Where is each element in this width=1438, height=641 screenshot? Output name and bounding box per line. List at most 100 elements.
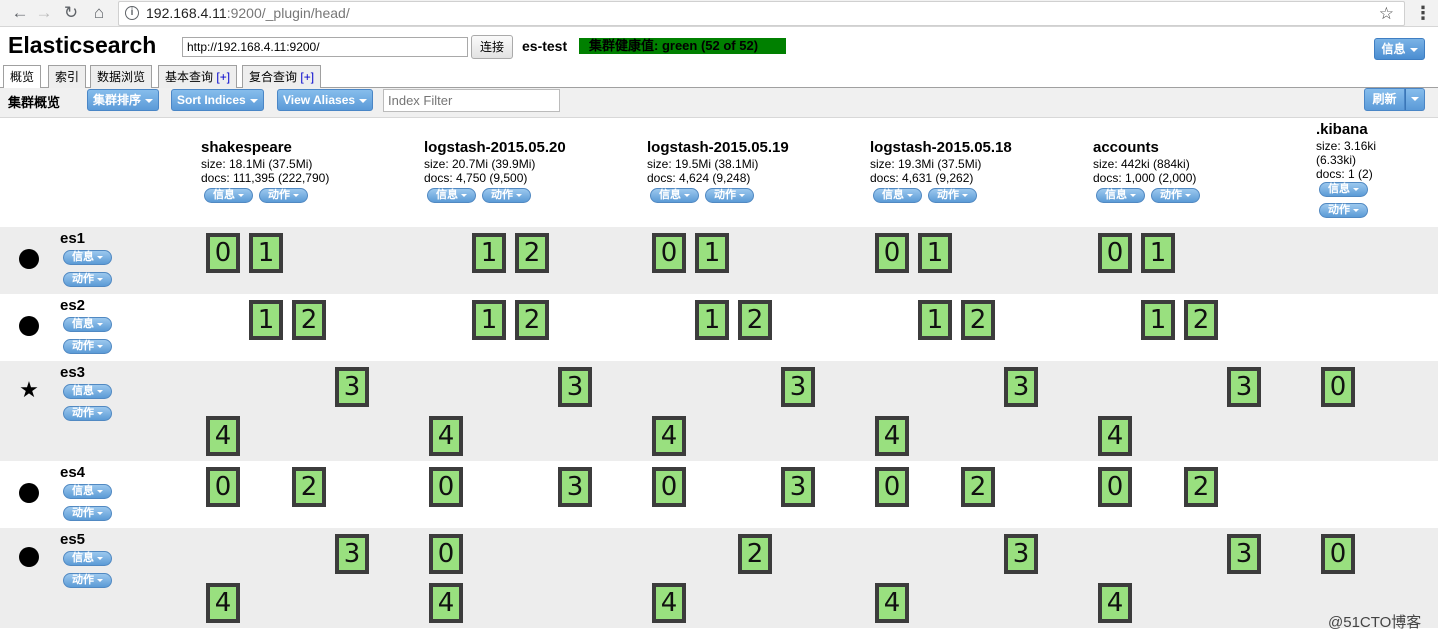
shard-box[interactable]: 2: [738, 534, 772, 574]
node-action-button[interactable]: 动作: [63, 339, 112, 354]
chevron-down-icon: [97, 389, 103, 393]
shard-box[interactable]: 4: [652, 583, 686, 623]
shard-box[interactable]: 4: [875, 416, 909, 456]
pill-label: 动作: [1160, 189, 1182, 201]
index-info-button[interactable]: 信息: [650, 188, 699, 203]
index-action-button[interactable]: 动作: [705, 188, 754, 203]
shard-box[interactable]: 3: [781, 467, 815, 507]
node-info-button[interactable]: 信息: [63, 250, 112, 265]
shard-box[interactable]: 0: [875, 233, 909, 273]
tab-indices[interactable]: 索引: [48, 65, 87, 88]
shard-box[interactable]: 3: [558, 367, 592, 407]
shard-box[interactable]: 4: [652, 416, 686, 456]
shard-box[interactable]: 0: [1098, 467, 1132, 507]
shard-box[interactable]: 0: [206, 233, 240, 273]
shard-box[interactable]: 0: [429, 467, 463, 507]
node-action-button[interactable]: 动作: [63, 573, 112, 588]
index-action-button[interactable]: 动作: [482, 188, 531, 203]
shard-box[interactable]: 3: [1004, 367, 1038, 407]
shard-box[interactable]: 0: [652, 233, 686, 273]
shard-box[interactable]: 2: [292, 300, 326, 340]
shard-box[interactable]: 2: [515, 233, 549, 273]
shard-box[interactable]: 1: [918, 300, 952, 340]
browser-menu-icon[interactable]: ⋮: [1414, 3, 1432, 23]
shard-box[interactable]: 0: [1321, 367, 1355, 407]
forward-icon[interactable]: →: [34, 3, 54, 23]
shard-box[interactable]: 1: [249, 300, 283, 340]
shard-box[interactable]: 0: [1098, 233, 1132, 273]
shard-box[interactable]: 0: [429, 534, 463, 574]
refresh-menu-button[interactable]: [1405, 88, 1425, 111]
back-icon[interactable]: ←: [10, 3, 30, 23]
shard-box[interactable]: 1: [249, 233, 283, 273]
shard-box[interactable]: 1: [695, 300, 729, 340]
shard-box[interactable]: 3: [335, 367, 369, 407]
shard-box[interactable]: 0: [652, 467, 686, 507]
shard-box[interactable]: 0: [206, 467, 240, 507]
shard-box[interactable]: 1: [1141, 300, 1175, 340]
index-action-button[interactable]: 动作: [1151, 188, 1200, 203]
node-info-button[interactable]: 信息: [63, 384, 112, 399]
info-menu-button[interactable]: 信息: [1374, 38, 1425, 60]
shard-box[interactable]: 2: [738, 300, 772, 340]
shard-box[interactable]: 1: [472, 233, 506, 273]
master-star-icon: ★: [19, 377, 39, 402]
tab-basic-query[interactable]: 基本查询 [+]: [158, 65, 238, 88]
shard-box[interactable]: 1: [1141, 233, 1175, 273]
sort-indices-button[interactable]: Sort Indices: [171, 89, 264, 111]
shard-box[interactable]: 1: [918, 233, 952, 273]
cluster-sort-button[interactable]: 集群排序: [87, 89, 160, 111]
shard-box[interactable]: 1: [695, 233, 729, 273]
bookmark-star-icon[interactable]: ☆: [1379, 2, 1394, 25]
view-aliases-button[interactable]: View Aliases: [277, 89, 374, 111]
shard-box[interactable]: 0: [875, 467, 909, 507]
shard-box[interactable]: 2: [1184, 467, 1218, 507]
shard-box[interactable]: 2: [292, 467, 326, 507]
index-filter-input[interactable]: [383, 89, 560, 112]
shard-box[interactable]: 4: [429, 416, 463, 456]
index-action-button[interactable]: 动作: [259, 188, 308, 203]
node-info-button[interactable]: 信息: [63, 484, 112, 499]
node-action-button[interactable]: 动作: [63, 406, 112, 421]
shard-box[interactable]: 0: [1321, 534, 1355, 574]
tab-label: 概览: [10, 70, 35, 84]
shard-box[interactable]: 3: [1004, 534, 1038, 574]
shard-box[interactable]: 3: [781, 367, 815, 407]
tab-browser[interactable]: 数据浏览: [90, 65, 153, 88]
shard-box[interactable]: 4: [429, 583, 463, 623]
site-info-icon[interactable]: i: [125, 6, 139, 20]
connect-button[interactable]: 连接: [471, 35, 513, 59]
shard-box[interactable]: 2: [961, 467, 995, 507]
node-info-button[interactable]: 信息: [63, 551, 112, 566]
index-info-button[interactable]: 信息: [204, 188, 253, 203]
tab-compound-query[interactable]: 复合查询 [+]: [242, 65, 322, 88]
reload-icon[interactable]: ↻: [61, 3, 81, 23]
shard-box[interactable]: 3: [335, 534, 369, 574]
home-icon[interactable]: ⌂: [89, 3, 109, 23]
node-action-button[interactable]: 动作: [63, 506, 112, 521]
refresh-button[interactable]: 刷新: [1364, 88, 1405, 111]
connect-url-input[interactable]: [182, 37, 468, 57]
shard-box[interactable]: 2: [515, 300, 549, 340]
shard-box[interactable]: 4: [206, 583, 240, 623]
shard-box[interactable]: 4: [875, 583, 909, 623]
node-info-button[interactable]: 信息: [63, 317, 112, 332]
shard-box[interactable]: 4: [206, 416, 240, 456]
index-info-button[interactable]: 信息: [427, 188, 476, 203]
index-info-button[interactable]: 信息: [873, 188, 922, 203]
shard-box[interactable]: 2: [1184, 300, 1218, 340]
shard-box[interactable]: 3: [558, 467, 592, 507]
shard-box[interactable]: 3: [1227, 534, 1261, 574]
index-action-button[interactable]: 动作: [1319, 203, 1368, 218]
shard-box[interactable]: 1: [472, 300, 506, 340]
shard-box[interactable]: 2: [961, 300, 995, 340]
index-info-button[interactable]: 信息: [1096, 188, 1145, 203]
tab-overview[interactable]: 概览: [3, 65, 42, 89]
shard-box[interactable]: 4: [1098, 583, 1132, 623]
shard-box[interactable]: 4: [1098, 416, 1132, 456]
index-info-button[interactable]: 信息: [1319, 182, 1368, 197]
shard-box[interactable]: 3: [1227, 367, 1261, 407]
node-action-button[interactable]: 动作: [63, 272, 112, 287]
address-bar[interactable]: i 192.168.4.11:9200/_plugin/head/ ☆: [118, 1, 1405, 26]
index-action-button[interactable]: 动作: [928, 188, 977, 203]
